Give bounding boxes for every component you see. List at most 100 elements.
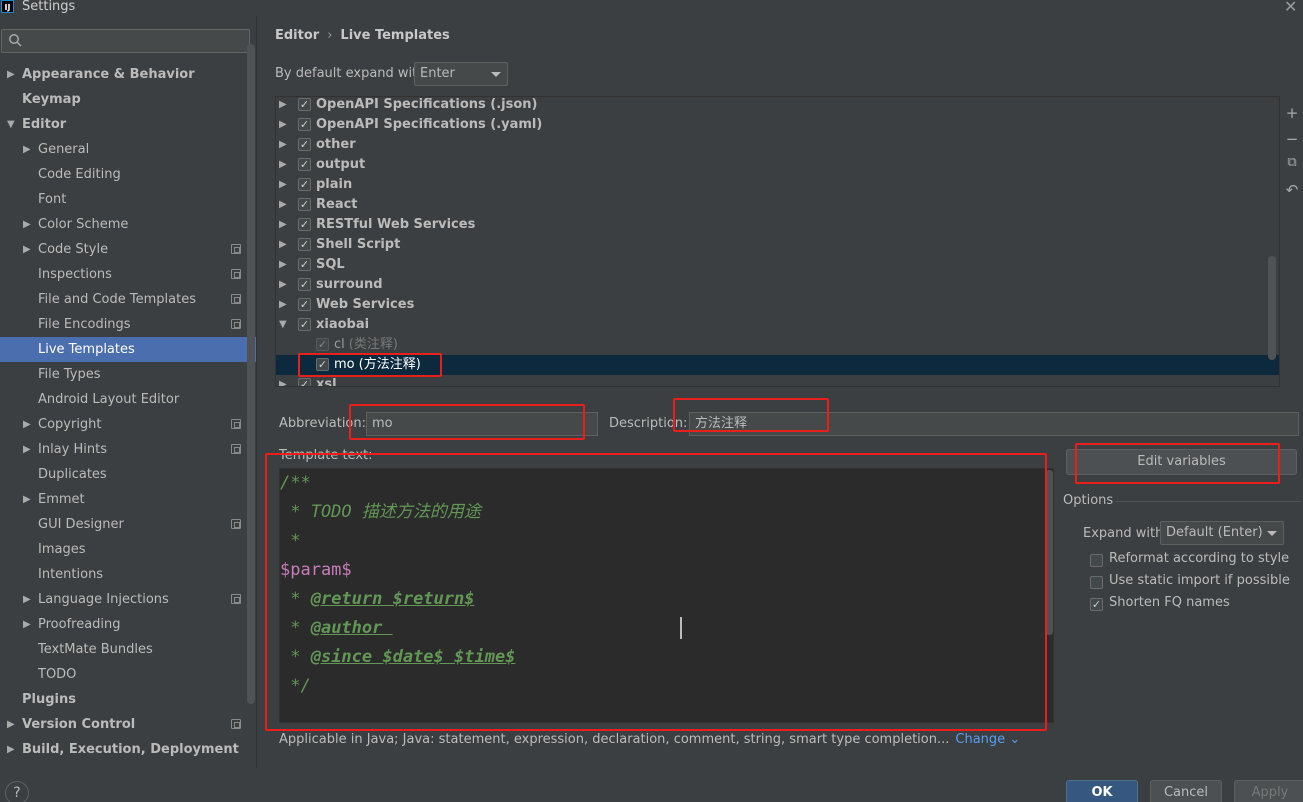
sidebar-item-editor[interactable]: ▼ Editor [0,112,256,137]
expand-arrow-right-icon[interactable]: ▶ [279,175,287,195]
expand-arrow-right-icon[interactable]: ▶ [23,137,31,162]
template-group[interactable]: ▶ ✓ Shell Script [276,235,1279,255]
sidebar-item-build-execution-deployment[interactable]: ▶ Build, Execution, Deployment [0,737,256,762]
sidebar-item-proofreading[interactable]: ▶ Proofreading [0,612,256,637]
template-checkbox[interactable]: ✓ [298,378,311,386]
template-checkbox[interactable]: ✓ [298,278,311,291]
expand-arrow-right-icon[interactable]: ▶ [279,255,287,275]
template-checkbox[interactable]: ✓ [298,218,311,231]
sidebar-scrollbar[interactable] [247,44,255,704]
templates-tree-scrollbar[interactable] [1268,256,1276,360]
sidebar-item-gui-designer[interactable]: GUI Designer [0,512,256,537]
sidebar-item-appearance-behavior[interactable]: ▶ Appearance & Behavior [0,62,256,87]
template-group[interactable]: ▶ ✓ React [276,195,1279,215]
template-item[interactable]: ✓ cl (类注释) [276,335,1279,355]
sidebar-item-textmate-bundles[interactable]: TextMate Bundles [0,637,256,662]
template-group[interactable]: ▶ ✓ RESTful Web Services [276,215,1279,235]
remove-icon[interactable]: − [1284,130,1300,148]
abbreviation-field[interactable]: mo [366,412,598,436]
restore-icon[interactable]: ↶ [1284,181,1300,199]
template-checkbox[interactable]: ✓ [298,198,311,211]
expand-arrow-right-icon[interactable]: ▶ [279,115,287,135]
editor-scrollbar[interactable] [1046,470,1053,635]
expand-arrow-right-icon[interactable]: ▶ [23,612,31,637]
description-field[interactable]: 方法注释 [689,412,1299,436]
sidebar-item-intentions[interactable]: Intentions [0,562,256,587]
sidebar-item-inspections[interactable]: Inspections [0,262,256,287]
template-group[interactable]: ▶ ✓ Web Services [276,295,1279,315]
expand-arrow-right-icon[interactable]: ▶ [279,195,287,215]
sidebar-item-copyright[interactable]: ▶ Copyright [0,412,256,437]
sidebar-item-images[interactable]: Images [0,537,256,562]
sidebar-item-code-editing[interactable]: Code Editing [0,162,256,187]
sidebar-item-code-style[interactable]: ▶ Code Style [0,237,256,262]
expand-arrow-right-icon[interactable]: ▶ [279,235,287,255]
expand-arrow-right-icon[interactable]: ▶ [279,275,287,295]
edit-variables-button[interactable]: Edit variables [1066,449,1297,475]
breadcrumb-parent[interactable]: Editor [275,28,319,43]
expand-arrow-right-icon[interactable]: ▶ [7,712,15,737]
option-checkbox[interactable]: ✓ [1090,576,1103,589]
template-checkbox[interactable]: ✓ [298,258,311,271]
add-icon[interactable]: + [1284,104,1300,122]
expand-with-select[interactable]: Default (Enter) [1160,521,1284,545]
template-item[interactable]: ✓ mo (方法注释) [276,355,1279,375]
sidebar-item-font[interactable]: Font [0,187,256,212]
expand-arrow-right-icon[interactable]: ▶ [23,237,31,262]
expand-arrow-right-icon[interactable]: ▶ [23,487,31,512]
template-group[interactable]: ▼ ✓ xiaobai [276,315,1279,335]
template-checkbox[interactable]: ✓ [298,178,311,191]
template-group[interactable]: ▶ ✓ output [276,155,1279,175]
template-checkbox[interactable]: ✓ [298,298,311,311]
search-input[interactable] [1,29,250,53]
expand-arrow-right-icon[interactable]: ▶ [23,412,31,437]
apply-button[interactable]: Apply [1234,780,1303,802]
sidebar-item-version-control[interactable]: ▶ Version Control [0,712,256,737]
expand-default-select[interactable]: Enter [414,62,508,86]
sidebar-item-file-encodings[interactable]: File Encodings [0,312,256,337]
template-group[interactable]: ▶ ✓ surround [276,275,1279,295]
option-checkbox-row[interactable]: ✓ Shorten FQ names [1090,595,1230,611]
template-checkbox[interactable]: ✓ [298,138,311,151]
copy-icon[interactable]: ⧉ [1284,155,1300,170]
sidebar-item-plugins[interactable]: Plugins [0,687,256,712]
template-checkbox[interactable]: ✓ [316,358,329,371]
expand-arrow-right-icon[interactable]: ▶ [279,97,287,115]
template-group[interactable]: ▶ ✓ OpenAPI Specifications (.yaml) [276,115,1279,135]
cancel-button[interactable]: Cancel [1150,780,1222,802]
option-checkbox[interactable]: ✓ [1090,554,1103,567]
sidebar-item-todo[interactable]: TODO [0,662,256,687]
expand-arrow-right-icon[interactable]: ▶ [23,437,31,462]
sidebar-item-android-layout-editor[interactable]: Android Layout Editor [0,387,256,412]
expand-arrow-right-icon[interactable]: ▶ [279,295,287,315]
template-checkbox[interactable]: ✓ [316,338,329,351]
expand-arrow-right-icon[interactable]: ▶ [279,375,287,386]
sidebar-item-live-templates[interactable]: Live Templates [0,337,256,362]
expand-arrow-down-icon[interactable]: ▼ [7,112,15,137]
sidebar-item-file-types[interactable]: File Types [0,362,256,387]
sidebar-item-emmet[interactable]: ▶ Emmet [0,487,256,512]
template-group[interactable]: ▶ ✓ xsl [276,375,1279,386]
sidebar-item-duplicates[interactable]: Duplicates [0,462,256,487]
sidebar-item-keymap[interactable]: Keymap [0,87,256,112]
sidebar-item-file-and-code-templates[interactable]: File and Code Templates [0,287,256,312]
option-checkbox[interactable]: ✓ [1090,598,1103,611]
change-contexts-link[interactable]: Change ⌄ [955,732,1020,747]
help-icon[interactable]: ? [5,781,29,802]
expand-arrow-right-icon[interactable]: ▶ [23,587,31,612]
template-checkbox[interactable]: ✓ [298,98,311,111]
close-icon[interactable]: ✕ [1284,0,1297,16]
expand-arrow-down-icon[interactable]: ▼ [279,315,287,335]
expand-arrow-right-icon[interactable]: ▶ [279,135,287,155]
template-checkbox[interactable]: ✓ [298,238,311,251]
sidebar-item-general[interactable]: ▶ General [0,137,256,162]
option-checkbox-row[interactable]: ✓ Reformat according to style [1090,551,1289,567]
template-checkbox[interactable]: ✓ [298,118,311,131]
template-group[interactable]: ▶ ✓ OpenAPI Specifications (.json) [276,97,1279,115]
template-text-editor[interactable]: /** * TODO 描述方法的用途 * $param$ * @return $… [279,468,1054,723]
sidebar-item-color-scheme[interactable]: ▶ Color Scheme [0,212,256,237]
expand-arrow-right-icon[interactable]: ▶ [279,215,287,235]
expand-arrow-right-icon[interactable]: ▶ [7,62,15,87]
sidebar-item-language-injections[interactable]: ▶ Language Injections [0,587,256,612]
expand-arrow-right-icon[interactable]: ▶ [7,737,15,762]
